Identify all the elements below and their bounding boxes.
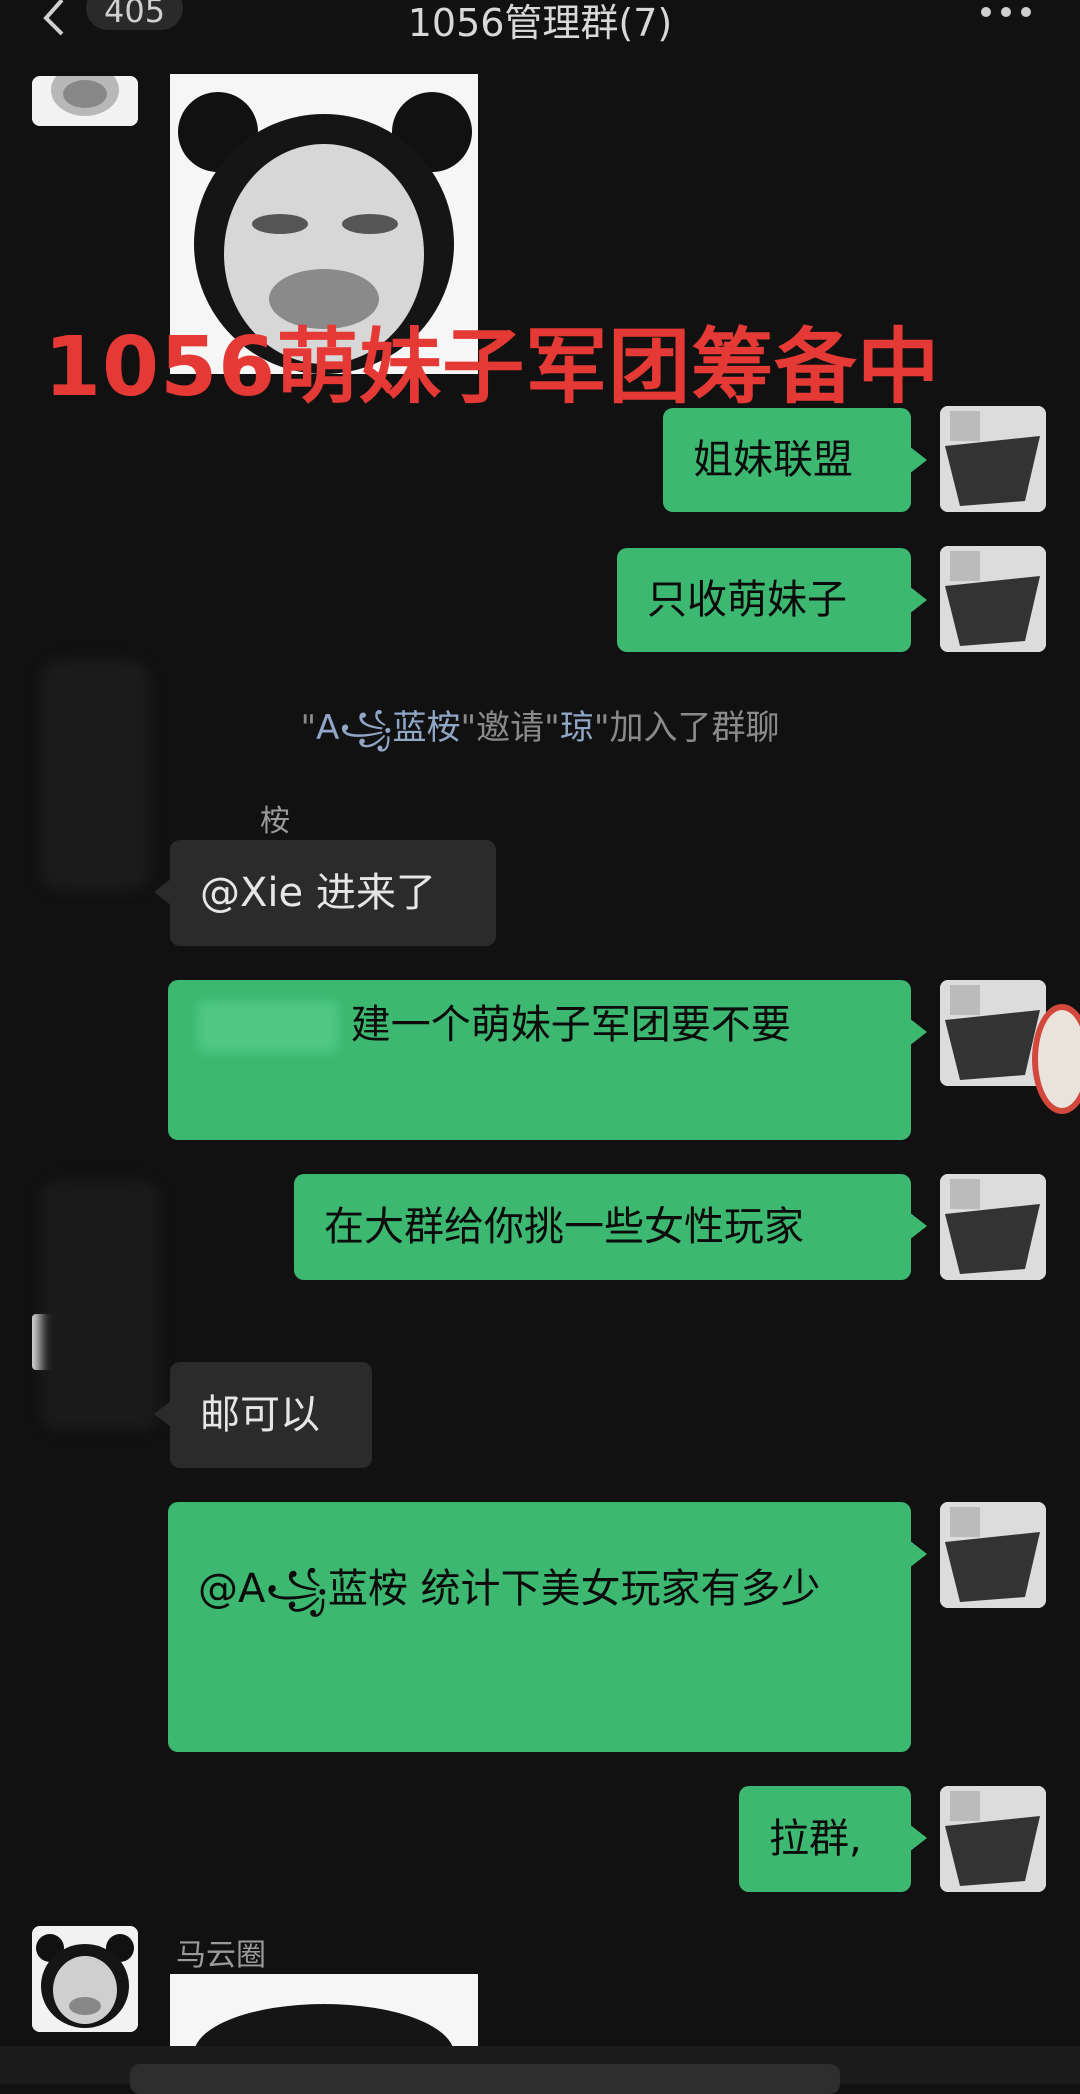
message-text: 邮可以 xyxy=(200,1392,320,1438)
sender-name: 马云圈 xyxy=(176,1938,266,1973)
blurred-avatar xyxy=(40,660,150,890)
message-input[interactable] xyxy=(130,2064,840,2094)
self-avatar[interactable] xyxy=(940,406,1046,512)
member-avatar[interactable] xyxy=(32,1926,138,2032)
meme-sticker-image[interactable] xyxy=(170,1974,478,2046)
message-text: @A꧁蓝桉 统计下美女玩家有多少 xyxy=(198,1566,821,1612)
chat-title: 1056管理群(7) xyxy=(407,1,673,45)
self-avatar[interactable] xyxy=(940,1786,1046,1892)
outgoing-message-bubble[interactable]: 建一个萌妹子军团要不要 xyxy=(168,980,927,1140)
notice-text: "邀请" xyxy=(460,708,560,748)
notice-text: "加入了群聊 xyxy=(593,708,780,748)
red-overlay-caption: 1056萌妹子军团筹备中 xyxy=(44,320,941,415)
notice-inviter-name[interactable]: A꧁蓝桉 xyxy=(316,708,460,748)
member-avatar[interactable] xyxy=(32,76,138,126)
message-text: 只收萌妹子 xyxy=(647,577,847,623)
message-text: @Xie 进来了 xyxy=(200,870,436,916)
message-text: 姐妹联盟 xyxy=(693,437,853,483)
message-text: 建一个萌妹子军团要不要 xyxy=(350,1002,791,1048)
self-avatar[interactable] xyxy=(940,1174,1046,1280)
self-avatar[interactable] xyxy=(940,980,1046,1086)
notice-text: " xyxy=(300,708,317,748)
system-join-notice: "A꧁蓝桉"邀请"琼"加入了群聊 xyxy=(0,700,1080,771)
outgoing-message-bubble[interactable]: 姐妹联盟 xyxy=(663,408,927,512)
outgoing-message-bubble[interactable]: 只收萌妹子 xyxy=(617,548,927,652)
floating-sticker-icon[interactable] xyxy=(1032,1004,1080,1114)
incoming-message-bubble[interactable]: 邮可以 xyxy=(154,1362,372,1468)
message-text: 在大群给你挑一些女性玩家 xyxy=(324,1204,804,1250)
message-text: 拉群, xyxy=(769,1816,862,1862)
outgoing-message-bubble[interactable]: 在大群给你挑一些女性玩家 xyxy=(294,1174,927,1280)
incoming-message-bubble[interactable]: @Xie 进来了 xyxy=(154,840,496,946)
outgoing-message-bubble[interactable]: 拉群, xyxy=(739,1786,927,1892)
blurred-mention xyxy=(198,1002,338,1052)
blurred-avatar xyxy=(40,1180,160,1430)
sender-name: 桉 xyxy=(260,804,290,839)
notice-invitee-name[interactable]: 琼 xyxy=(560,708,594,748)
self-avatar[interactable] xyxy=(940,546,1046,652)
more-options-icon[interactable] xyxy=(978,0,1034,30)
outgoing-message-bubble[interactable]: @A꧁蓝桉 统计下美女玩家有多少 xyxy=(168,1502,927,1752)
self-avatar[interactable] xyxy=(940,1502,1046,1608)
